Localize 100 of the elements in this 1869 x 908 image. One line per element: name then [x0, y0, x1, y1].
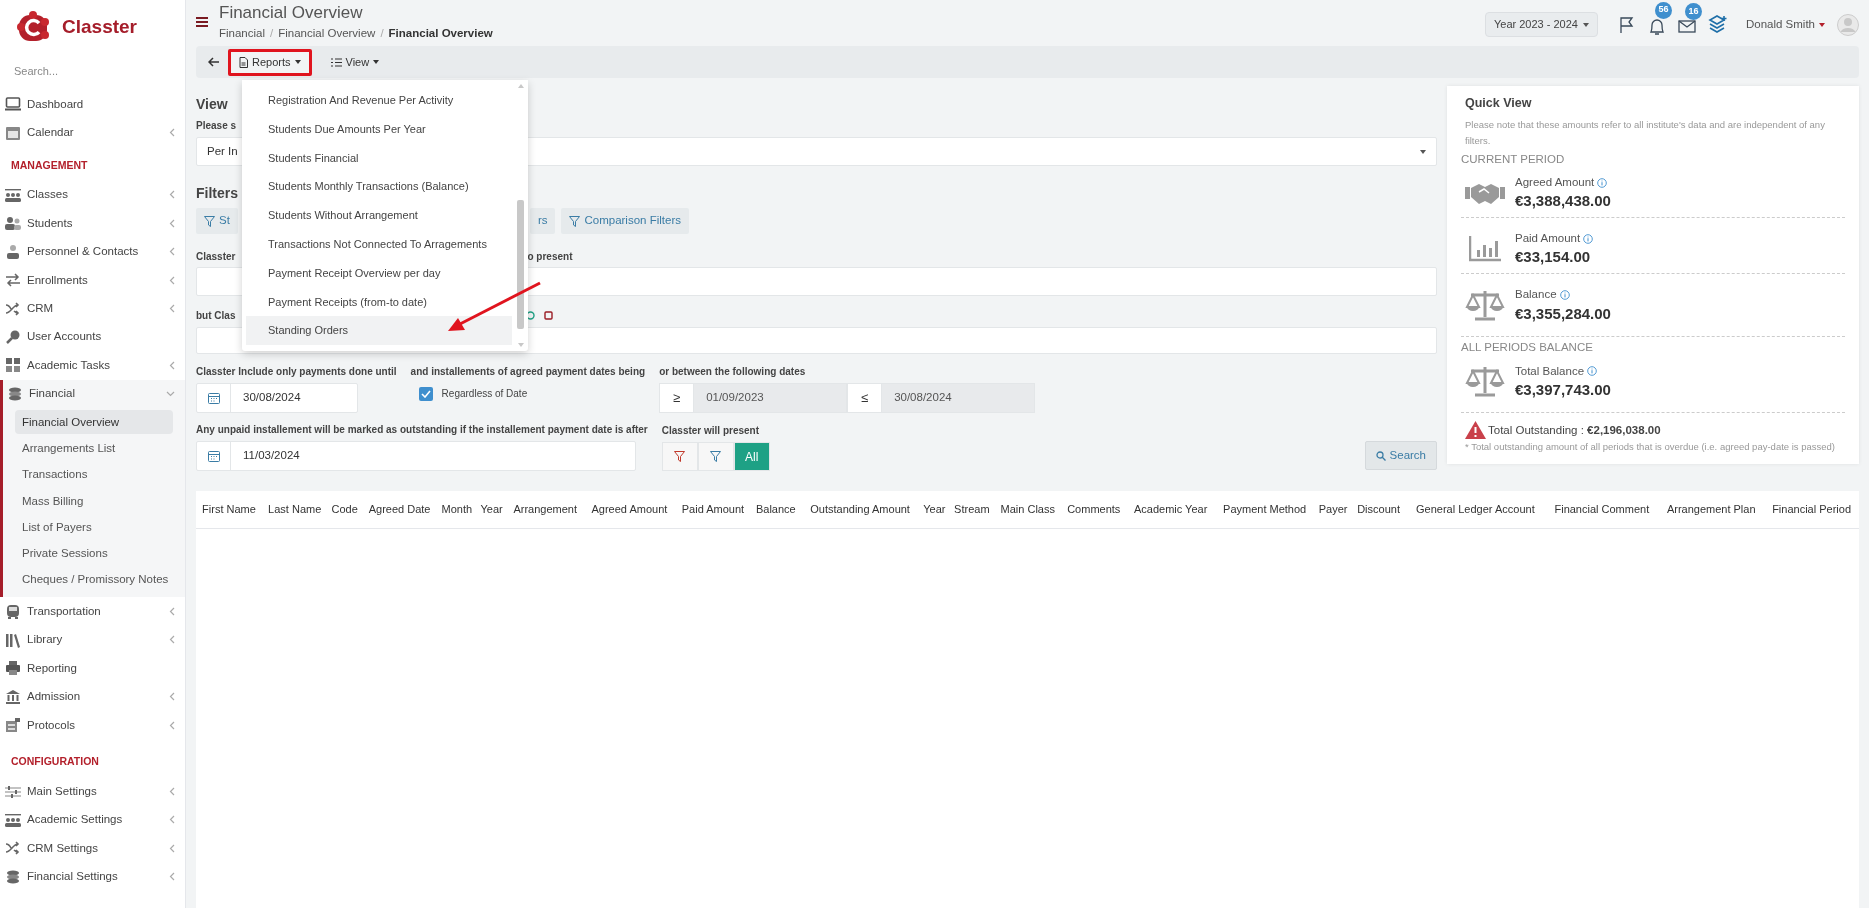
column-header[interactable]: Agreed Date: [362, 491, 438, 528]
sidebar-item[interactable]: Protocols: [0, 710, 185, 740]
column-header[interactable]: Code: [327, 491, 362, 528]
layers-icon[interactable]: [1707, 14, 1728, 35]
amount-value: €33,154.00: [1515, 247, 1592, 268]
count-badge: 56: [1654, 1, 1672, 19]
filter-button[interactable]: [661, 442, 698, 471]
menu-item[interactable]: Transactions Not Connected To Arragements: [246, 230, 512, 259]
flag-icon[interactable]: [1617, 15, 1636, 34]
info-icon[interactable]: [1597, 177, 1608, 188]
menu-item[interactable]: Students Monthly Transactions (Balance): [246, 172, 512, 202]
filter-tab[interactable]: St: [196, 208, 238, 234]
filter-tab[interactable]: Comparison Filters: [561, 208, 689, 234]
column-header[interactable]: Outstanding Amount: [800, 491, 920, 528]
sidebar-item[interactable]: User Accounts: [0, 322, 185, 352]
column-header[interactable]: First Name: [196, 491, 262, 528]
sidebar-item[interactable]: CRM Settings: [0, 834, 185, 863]
menu-item[interactable]: Payment Receipts (from-to date): [246, 287, 512, 317]
breadcrumb-link[interactable]: Financial Overview: [278, 25, 376, 43]
sidebar-item[interactable]: CRM: [0, 294, 185, 323]
filter-button[interactable]: [697, 442, 734, 471]
breadcrumb-link[interactable]: Financial: [219, 25, 266, 43]
sidebar-subitem[interactable]: Financial Overview: [15, 410, 173, 435]
chevron-icon: [166, 390, 175, 397]
caret-icon: [1582, 22, 1589, 27]
envelope-icon[interactable]: [1677, 20, 1696, 33]
brand-name: Classter: [62, 14, 137, 39]
sidebar-item[interactable]: Academic Tasks: [0, 351, 185, 380]
column-header[interactable]: Arrangement Plan: [1658, 491, 1765, 528]
sidebar-subitem[interactable]: Mass Billing: [15, 488, 173, 513]
menu-item[interactable]: Payment Receipt Overview per day: [246, 258, 512, 288]
check-icon: [420, 389, 431, 398]
column-header[interactable]: Arrangement: [506, 491, 584, 528]
menu-item[interactable]: Registration And Revenue Per Activity: [246, 86, 512, 115]
column-header[interactable]: Month: [437, 491, 477, 528]
amount-label: Paid Amount: [1515, 230, 1581, 246]
sidebar-item[interactable]: Dashboard: [0, 90, 185, 119]
menu-item[interactable]: Standing Orders: [246, 316, 512, 346]
sidebar-item[interactable]: Main Settings: [0, 777, 185, 806]
column-header[interactable]: General Ledger Account: [1405, 491, 1546, 528]
sidebar-item[interactable]: Students: [0, 209, 185, 238]
column-header[interactable]: Discount: [1351, 491, 1406, 528]
column-header[interactable]: Year: [919, 491, 950, 528]
sidebar-item[interactable]: Library: [0, 625, 185, 655]
sidebar-item[interactable]: Transportation: [0, 597, 185, 626]
sidebar-subitem[interactable]: Arrangements List: [15, 436, 173, 461]
column-header[interactable]: Stream: [949, 491, 995, 528]
user-menu[interactable]: Donald Smith: [1745, 15, 1825, 34]
outstanding-note: * Total outstanding amount of all periods that is overdue (i.e. agreed pay-date is passed): [1465, 440, 1837, 455]
sidebar-subitem[interactable]: Cheques / Promissory Notes: [15, 567, 173, 592]
sidebar-item[interactable]: Calendar: [0, 118, 185, 147]
column-header[interactable]: Academic Year: [1126, 491, 1215, 528]
info-icon[interactable]: [1583, 233, 1594, 244]
column-header[interactable]: Agreed Amount: [583, 491, 676, 528]
column-header[interactable]: Financial Comment: [1545, 491, 1659, 528]
chevron-icon: [169, 190, 175, 200]
column-header[interactable]: Paid Amount: [675, 491, 751, 528]
column-header[interactable]: Main Class: [994, 491, 1062, 528]
column-header[interactable]: Financial Period: [1764, 491, 1859, 528]
chevron-icon: [169, 218, 175, 228]
sidebar-item[interactable]: Academic Settings: [0, 805, 185, 835]
sidebar-item[interactable]: Classes: [0, 180, 185, 210]
bell-icon[interactable]: [1647, 18, 1666, 35]
column-header[interactable]: Payment Method: [1214, 491, 1315, 528]
sidebar-item[interactable]: Financial Settings: [0, 862, 185, 891]
menu-icon[interactable]: [196, 17, 208, 27]
checkbox[interactable]: [418, 386, 433, 401]
date-field[interactable]: 30/08/2024: [196, 383, 358, 413]
back-arrow-icon[interactable]: [208, 57, 220, 67]
year-selector[interactable]: Year 2023 - 2024: [1484, 12, 1598, 37]
filter-tab[interactable]: rs: [529, 208, 556, 234]
column-header[interactable]: Balance: [750, 491, 801, 528]
column-header[interactable]: Last Name: [262, 491, 328, 528]
stop-icon[interactable]: [544, 310, 554, 320]
sidebar-item[interactable]: Personnel & Contacts: [0, 237, 185, 266]
info-icon[interactable]: [1587, 366, 1598, 377]
coins-icon: [5, 868, 21, 885]
calendar-icon: [5, 124, 21, 141]
column-header[interactable]: Comments: [1061, 491, 1127, 528]
column-header[interactable]: Year: [476, 491, 507, 528]
menu-item[interactable]: Students Without Arrangement: [246, 201, 512, 230]
panel-title: Quick View: [1464, 95, 1533, 112]
date-field[interactable]: 11/03/2024: [196, 441, 636, 471]
sidebar-item[interactable]: Admission: [0, 682, 185, 711]
sidebar-subitem[interactable]: Private Sessions: [15, 541, 173, 566]
column-header[interactable]: Payer: [1314, 491, 1352, 528]
search-button[interactable]: Search: [1364, 441, 1437, 470]
search-field[interactable]: Search...: [14, 60, 164, 82]
sidebar-item[interactable]: Enrollments: [0, 265, 185, 295]
sidebar-subitem[interactable]: List of Payers: [15, 514, 173, 539]
toolbar-button[interactable]: Reports: [228, 48, 312, 76]
amount-value: €3,355,284.00: [1515, 303, 1611, 324]
field-label: or between the following dates: [659, 365, 807, 378]
sidebar-item[interactable]: Reporting: [0, 654, 185, 683]
sidebar-item[interactable]: Financial: [3, 379, 185, 408]
info-icon[interactable]: [1559, 290, 1570, 300]
sidebar-subitem[interactable]: Transactions: [15, 462, 173, 487]
scrollbar[interactable]: [516, 84, 525, 348]
breadcrumb-link[interactable]: Financial Overview: [388, 25, 493, 43]
toolbar-button[interactable]: View: [319, 48, 391, 76]
